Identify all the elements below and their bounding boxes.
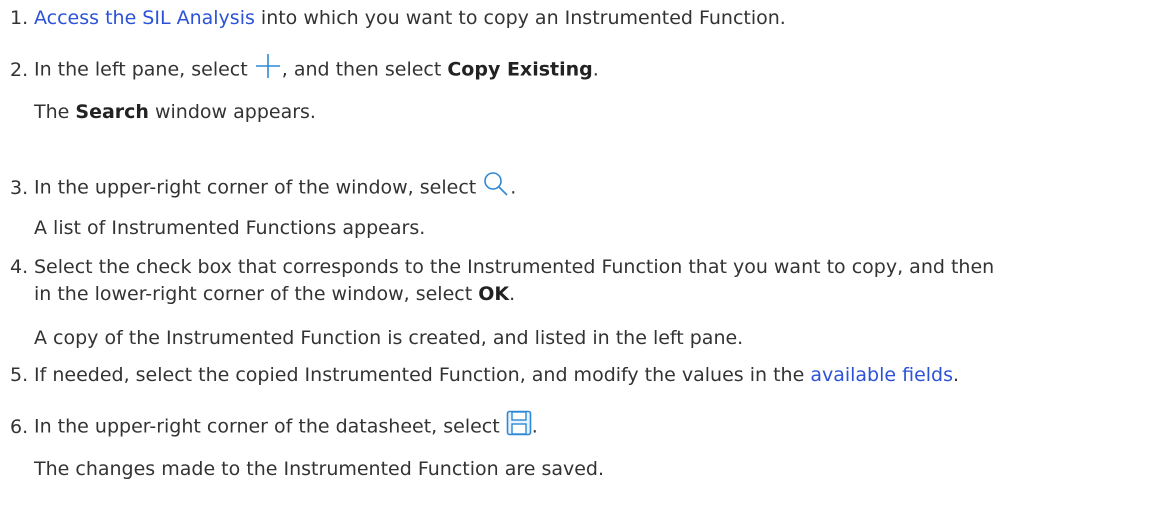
step-number: 1. [10,7,29,29]
step-number: 4. [10,256,29,278]
step-text: . [531,415,538,438]
result-text: window appears. [148,101,316,123]
step-text: If needed, select the copied Instrumente… [34,364,811,386]
step-1: 1. Access the SIL Analysis into which you… [10,5,1165,32]
step-number: 5. [10,364,29,386]
step-text: in the lower-right corner of the window,… [34,283,479,305]
step-text: In the left pane, select [34,58,254,81]
step-4-result: A copy of the Instrumented Function is c… [34,327,744,349]
search-icon [482,170,510,206]
step-number: 6. [10,415,29,438]
step-5: 5. If needed, select the copied Instrumen… [10,362,1165,389]
access-sil-analysis-link[interactable]: Access the SIL Analysis [34,7,255,29]
step-4: 4. Select the check box that corresponds … [10,254,1165,308]
search-label: Search [75,101,149,123]
step-number: 3. [10,176,29,199]
step-text: into which you want to copy an Instrumen… [254,7,786,29]
step-6-result: The changes made to the Instrumented Fun… [34,458,605,480]
step-text: . [510,176,517,199]
step-text: In the upper-right corner of the datashe… [34,415,506,438]
step-text: . [509,283,516,305]
step-text: . [953,364,960,386]
step-text: Select the check box that corresponds to… [34,256,995,278]
plus-icon [254,52,282,88]
copy-existing-label: Copy Existing [447,58,593,81]
step-text: . [592,58,599,81]
step-2: 2. In the left pane, select , and then se… [10,52,1165,88]
step-number: 2. [10,58,29,81]
ok-label: OK [478,283,510,305]
step-text: In the upper-right corner of the window,… [34,176,483,199]
step-6: 6. In the upper-right corner of the datas… [10,410,1165,444]
result-text: The [34,101,76,123]
step-2-result: The Search window appears. [34,99,316,126]
step-3: 3. In the upper-right corner of the windo… [10,170,1165,206]
save-icon [506,410,532,444]
step-3-result: A list of Instrumented Functions appears… [34,217,426,239]
available-fields-link[interactable]: available fields [810,364,953,386]
step-text: , and then select [281,58,448,81]
